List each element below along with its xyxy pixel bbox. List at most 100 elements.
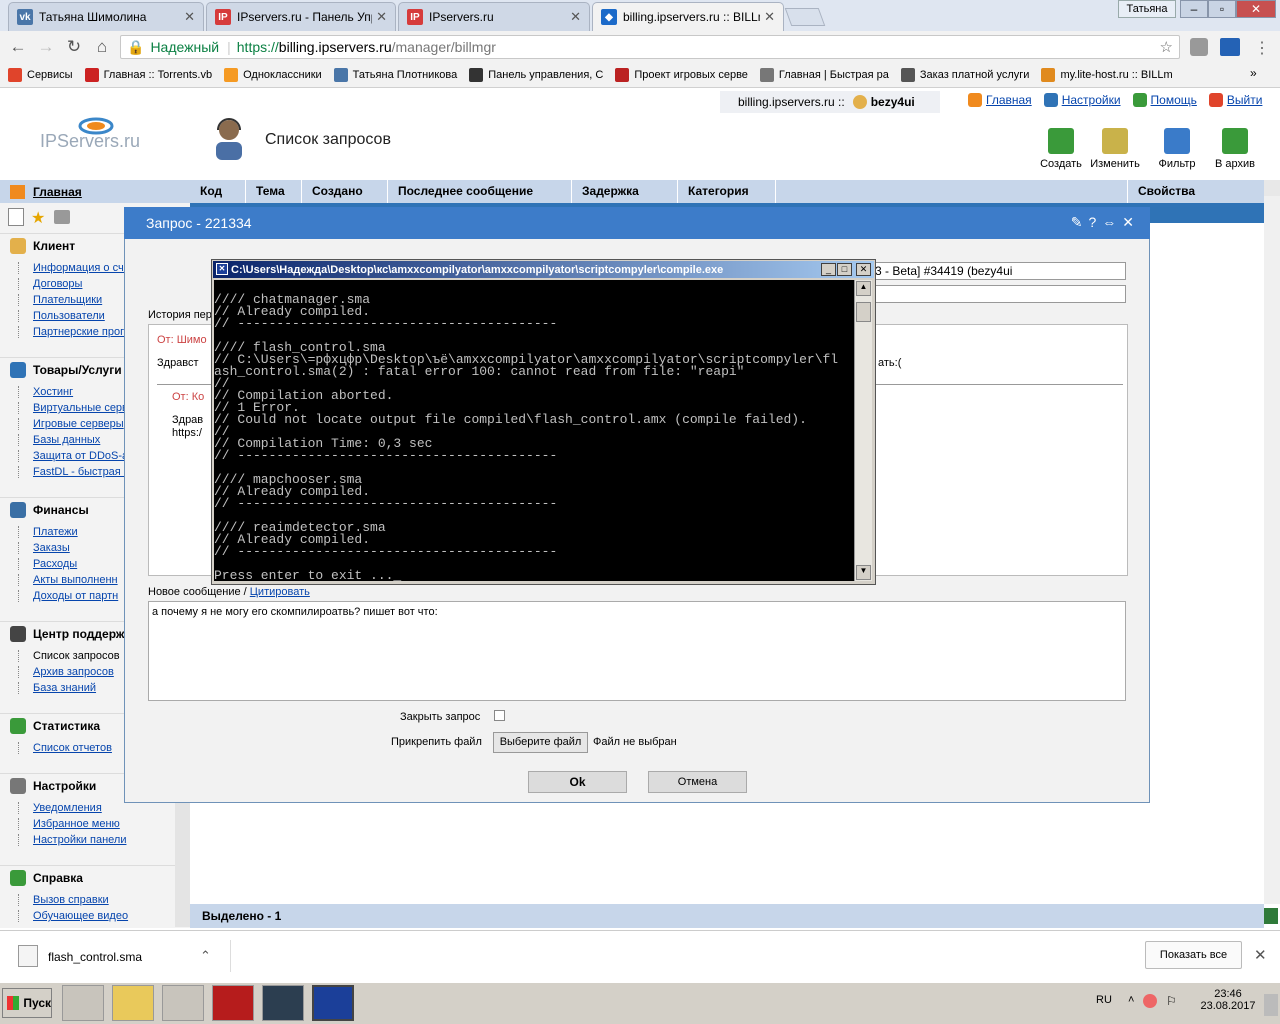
bookmark-item[interactable]: Панель управления, С bbox=[469, 68, 603, 82]
browser-tab[interactable]: IP IPservers.ru - Панель Упра ✕ bbox=[206, 2, 396, 31]
top-link[interactable]: Главная bbox=[986, 93, 1032, 107]
sidebar-item[interactable]: Плательщики bbox=[18, 294, 102, 306]
profile-button[interactable]: Татьяна bbox=[1118, 0, 1176, 18]
tray-app-icon[interactable] bbox=[1143, 994, 1157, 1008]
sidebar-item[interactable]: Информация о сче bbox=[18, 262, 130, 274]
ok-button[interactable]: Ok bbox=[528, 771, 627, 793]
download-filename[interactable]: flash_control.sma bbox=[48, 950, 142, 964]
tab-close-icon[interactable]: ✕ bbox=[764, 9, 775, 25]
bookmark-item[interactable]: my.lite-host.ru :: BILLm bbox=[1041, 68, 1173, 82]
sidebar-item[interactable]: Архив запросов bbox=[18, 666, 114, 678]
bookmark-item[interactable]: Одноклассники bbox=[224, 68, 322, 82]
sidebar-home[interactable]: Главная bbox=[0, 180, 190, 203]
network-icon[interactable]: ⚐ bbox=[1166, 994, 1177, 1008]
excel-export-icon[interactable] bbox=[1264, 908, 1278, 924]
bookmark-item[interactable]: Проект игровых серве bbox=[615, 68, 748, 82]
scroll-thumb[interactable] bbox=[856, 302, 871, 322]
list-view-icon[interactable] bbox=[8, 208, 24, 226]
dialog-controls[interactable]: ✎?⇔✕ bbox=[1071, 214, 1140, 231]
sidebar-item[interactable]: Заказы bbox=[18, 542, 70, 554]
sidebar-item[interactable]: Настройки панели bbox=[18, 834, 126, 846]
bookmark-item[interactable]: Главная | Быстрая ра bbox=[759, 68, 889, 82]
folder-icon[interactable] bbox=[112, 985, 154, 1021]
sidebar-item[interactable]: Виртуальные серв bbox=[18, 402, 128, 414]
sidebar-item[interactable]: Защита от DDoS-а bbox=[18, 450, 128, 462]
sidebar-item[interactable]: Базы данных bbox=[18, 434, 100, 446]
message-textarea[interactable]: а почему я не могу его скомпилироатвь? п… bbox=[148, 601, 1126, 701]
chevron-up-icon[interactable]: ⌃ bbox=[200, 948, 211, 964]
bookmark-item[interactable]: Сервисы bbox=[8, 68, 73, 82]
sidebar-item[interactable]: Избранное меню bbox=[18, 818, 120, 830]
forward-icon[interactable]: → bbox=[34, 36, 58, 58]
close-window-icon[interactable]: ✕ bbox=[1236, 0, 1276, 18]
top-link[interactable]: Выйти bbox=[1227, 93, 1263, 107]
address-bar[interactable]: 🔒 Надежный | https:// billing.ipservers.… bbox=[120, 35, 1180, 59]
cancel-button[interactable]: Отмена bbox=[648, 771, 747, 793]
star-icon[interactable]: ☆ bbox=[1160, 38, 1173, 56]
sidebar-item[interactable]: Доходы от партн bbox=[18, 590, 118, 602]
sidebar-item[interactable]: База знаний bbox=[18, 682, 96, 694]
bookmark-item[interactable]: Главная :: Torrents.vb bbox=[84, 68, 212, 82]
filezilla-icon[interactable] bbox=[212, 985, 254, 1021]
table-column-header[interactable]: Категория bbox=[678, 180, 776, 203]
start-button[interactable]: Пуск bbox=[2, 988, 52, 1018]
more-bookmarks-icon[interactable]: » bbox=[1250, 66, 1257, 80]
sidebar-item[interactable]: Игровые серверы bbox=[18, 418, 124, 430]
sidebar-item[interactable]: Партнерские прог bbox=[18, 326, 124, 338]
console-scrollbar[interactable]: ▲ ▼ bbox=[854, 280, 872, 581]
translate-icon[interactable] bbox=[1220, 38, 1240, 56]
page-scrollbar[interactable] bbox=[1264, 196, 1280, 904]
console-close-icon[interactable]: ✕ bbox=[856, 263, 871, 276]
back-icon[interactable]: ← bbox=[6, 36, 30, 58]
quote-link[interactable]: Цитировать bbox=[250, 586, 310, 598]
subject-field[interactable]: 3 - Beta] #34419 (bezy4ui bbox=[856, 262, 1126, 280]
sidebar-item[interactable]: Уведомления bbox=[18, 802, 102, 814]
sidebar-item[interactable]: Акты выполненн bbox=[18, 574, 118, 586]
sidebar-item[interactable]: Договоры bbox=[18, 278, 82, 290]
bookmark-item[interactable]: Заказ платной услуги bbox=[900, 68, 1029, 82]
sidebar-section-7[interactable]: Справка bbox=[0, 865, 175, 889]
secondary-field[interactable] bbox=[856, 285, 1126, 303]
toolbar-button[interactable]: Изменить bbox=[1084, 128, 1146, 170]
console-maximize-icon[interactable]: □ bbox=[837, 263, 852, 276]
sidebar-item[interactable]: Обучающее видео bbox=[18, 910, 128, 922]
favorites-star-icon[interactable]: ★ bbox=[31, 208, 45, 228]
tab-close-icon[interactable]: ✕ bbox=[376, 9, 387, 25]
table-column-header[interactable]: Создано bbox=[302, 180, 388, 203]
console-task-icon[interactable] bbox=[312, 985, 354, 1021]
scroll-up-icon[interactable]: ▲ bbox=[856, 281, 871, 296]
bookmark-item[interactable]: Татьяна Плотникова bbox=[333, 68, 457, 82]
counter-strike-icon[interactable] bbox=[262, 985, 304, 1021]
choose-file-button[interactable]: Выберите файл bbox=[493, 732, 588, 753]
close-request-checkbox[interactable] bbox=[494, 710, 505, 721]
scroll-down-icon[interactable]: ▼ bbox=[856, 565, 871, 580]
toolbar-button[interactable]: Фильтр bbox=[1146, 128, 1208, 170]
extension-icon[interactable] bbox=[1190, 38, 1208, 56]
sidebar-item[interactable]: FastDL - быстрая з bbox=[18, 466, 129, 478]
top-link[interactable]: Настройки bbox=[1062, 93, 1121, 107]
toolbar-button[interactable]: Создать bbox=[1030, 128, 1092, 170]
sidebar-item[interactable]: Хостинг bbox=[18, 386, 73, 398]
table-settings-icon[interactable] bbox=[1264, 180, 1280, 196]
home-icon[interactable]: ⌂ bbox=[90, 36, 114, 58]
table-column-header[interactable]: Тема bbox=[246, 180, 302, 203]
toolbar-button[interactable]: В архив bbox=[1204, 128, 1266, 170]
show-all-button[interactable]: Показать все bbox=[1145, 941, 1242, 969]
menu-icon[interactable]: ⋮ bbox=[1254, 38, 1270, 58]
sidebar-item[interactable]: Платежи bbox=[18, 526, 78, 538]
tray-expand-icon[interactable]: ˄ bbox=[1128, 994, 1134, 1006]
clock[interactable]: 23:46 23.08.2017 bbox=[1188, 988, 1268, 1012]
minimize-icon[interactable]: – bbox=[1180, 0, 1208, 18]
sidebar-item[interactable]: Список запросов bbox=[18, 650, 120, 662]
reload-icon[interactable]: ↻ bbox=[62, 36, 86, 58]
tab-close-icon[interactable]: ✕ bbox=[184, 9, 195, 25]
table-column-header[interactable]: Задержка bbox=[572, 180, 678, 203]
close-downloads-icon[interactable]: ✕ bbox=[1254, 946, 1267, 964]
console-minimize-icon[interactable]: _ bbox=[821, 263, 836, 276]
table-column-header[interactable]: Свойства bbox=[1128, 180, 1280, 203]
table-column-header[interactable]: Код bbox=[190, 180, 246, 203]
chrome-icon[interactable] bbox=[162, 985, 204, 1021]
top-link[interactable]: Помощь bbox=[1151, 93, 1197, 107]
browser-tab[interactable]: vk Татьяна Шимолина ✕ bbox=[8, 2, 204, 31]
table-column-header[interactable]: Последнее сообщение bbox=[388, 180, 572, 203]
